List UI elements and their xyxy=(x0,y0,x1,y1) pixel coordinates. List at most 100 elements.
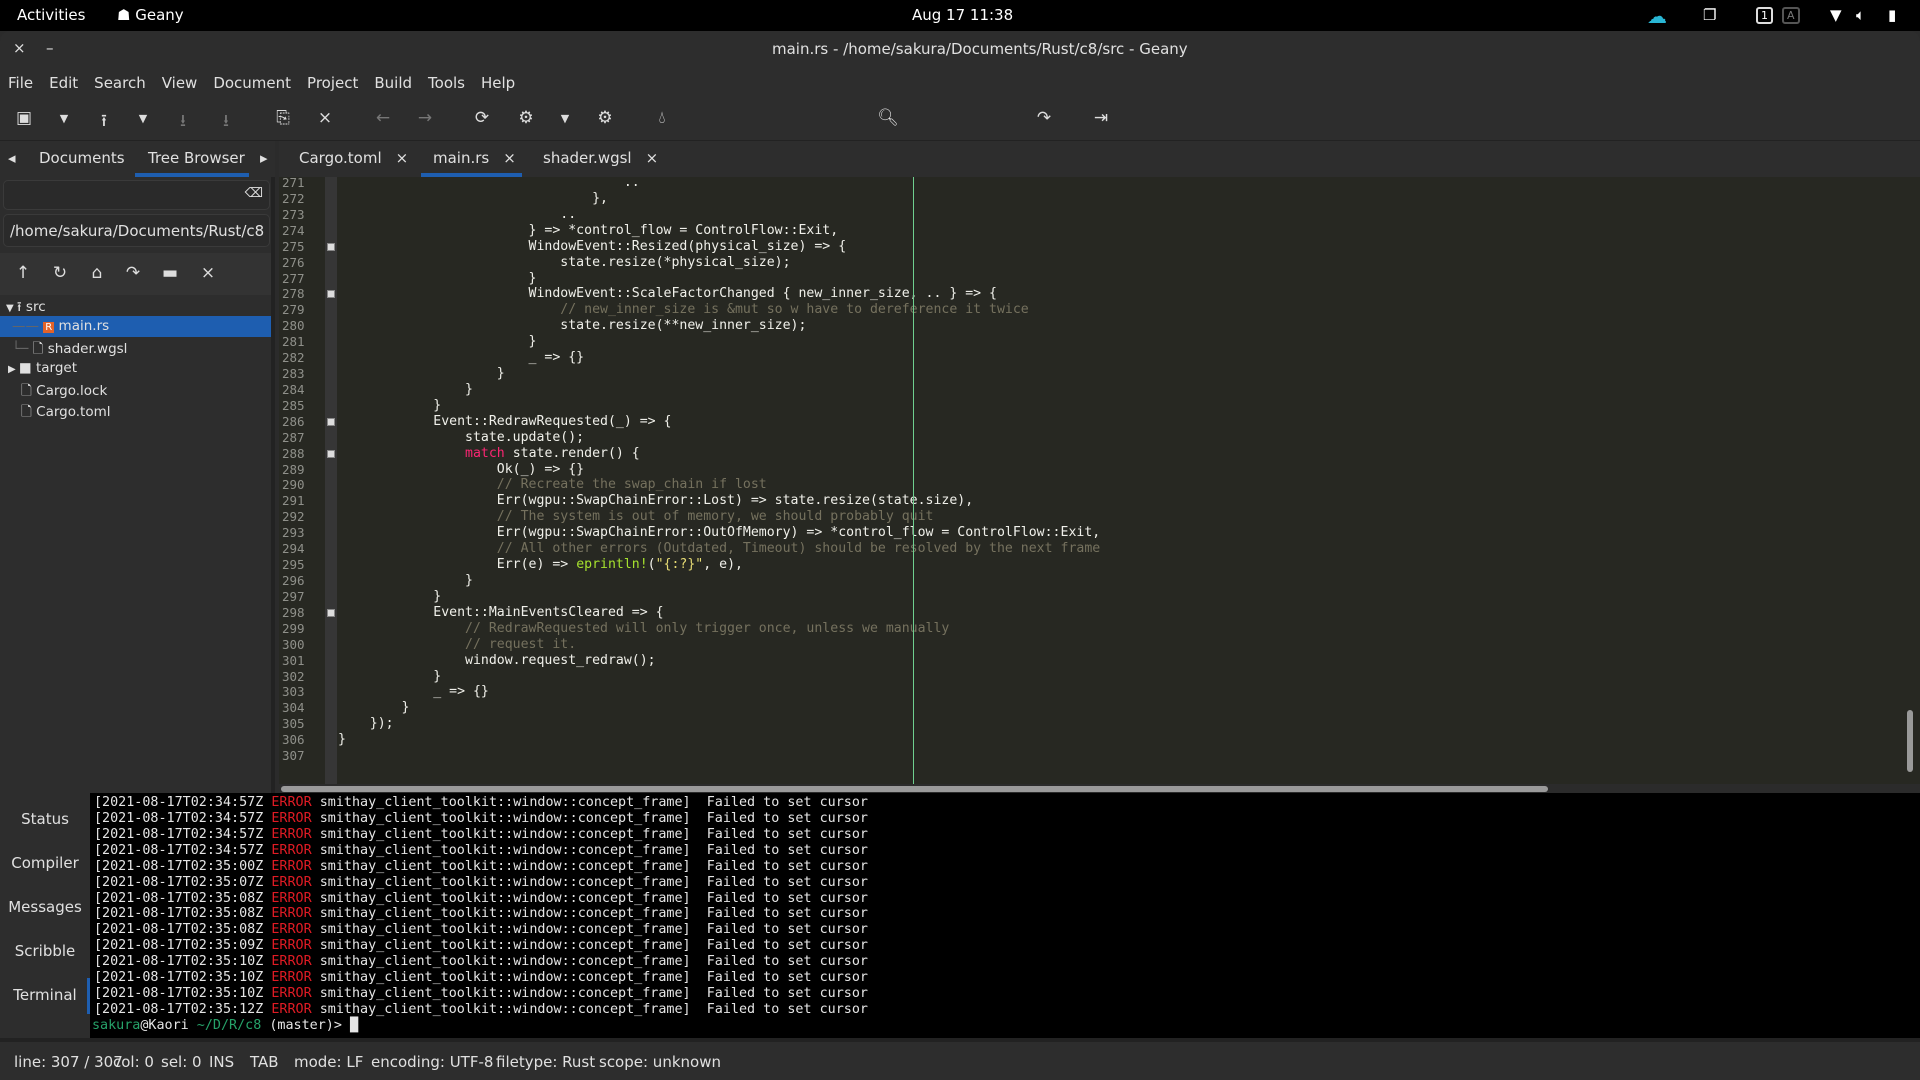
fold-toggle-icon[interactable] xyxy=(327,449,335,458)
home-icon[interactable]: ⌂ xyxy=(85,263,109,283)
goto-line-icon[interactable]: ↷ xyxy=(1032,108,1056,128)
compile-icon[interactable]: ⟳ xyxy=(470,108,494,128)
code-line: WindowEvent::Resized(physical_size) => { xyxy=(338,238,847,254)
close-tab-icon[interactable]: × xyxy=(646,149,659,167)
tree-filter-input[interactable]: ⌫ xyxy=(3,180,270,210)
tab-status[interactable]: Status xyxy=(0,810,90,828)
terminal-log-line: [2021-08-17T02:35:08Z ERROR smithay_clie… xyxy=(94,890,868,906)
open-file-icon[interactable]: ⭱ xyxy=(92,108,116,137)
activities-button[interactable]: Activities xyxy=(17,6,85,24)
fold-toggle-icon[interactable] xyxy=(327,608,335,617)
menu-view[interactable]: View xyxy=(154,68,206,98)
status-line: line: 307 / 307 xyxy=(14,1053,123,1071)
close-window-button[interactable]: × xyxy=(13,39,26,57)
sidebar: ⌫ /home/sakura/Documents/Rust/c8 ↑ ↻ ⌂ ↷… xyxy=(0,177,275,793)
code-line: WindowEvent::ScaleFactorChanged { new_in… xyxy=(338,286,997,302)
menu-help[interactable]: Help xyxy=(473,68,523,98)
tab-scribble[interactable]: Scribble xyxy=(0,942,90,960)
expand-arrow-icon[interactable]: ▼ xyxy=(6,303,17,314)
close-file-icon[interactable]: × xyxy=(313,108,337,128)
build-icon[interactable]: ⚙ xyxy=(514,108,538,128)
tree-item-shader-wgsl[interactable]: └─ 🗋︎ shader.wgsl xyxy=(12,339,127,362)
menu-document[interactable]: Document xyxy=(205,68,299,98)
line-number: 302 xyxy=(282,668,305,684)
terminal[interactable]: [2021-08-17T02:34:57Z ERROR smithay_clie… xyxy=(90,793,1920,1038)
terminal-log-line: [2021-08-17T02:35:10Z ERROR smithay_clie… xyxy=(94,970,868,986)
keyboard-layout-indicator[interactable]: A xyxy=(1782,7,1800,24)
code-line: }, xyxy=(338,190,608,206)
forward-icon[interactable]: → xyxy=(413,108,437,128)
code-line: } xyxy=(338,588,442,604)
tree-item-main-rs-label[interactable]: —— R main.rs xyxy=(12,318,109,334)
line-number: 292 xyxy=(282,509,305,525)
search-icon[interactable]: 🔍︎ xyxy=(876,108,900,128)
save-all-icon[interactable]: ⭳ xyxy=(214,108,238,137)
open-dropdown-icon[interactable]: ▼ xyxy=(131,112,155,125)
expand-arrow-icon[interactable]: ▶ xyxy=(8,364,19,375)
build-dropdown-icon[interactable]: ▼ xyxy=(553,112,577,125)
close-tab-icon[interactable]: × xyxy=(503,149,516,167)
quit-icon[interactable]: ⇥ xyxy=(1089,108,1113,128)
status-mode: mode: LF xyxy=(294,1053,364,1071)
execute-icon[interactable]: ⚙ xyxy=(593,108,617,128)
save-icon[interactable]: ⭳ xyxy=(171,108,195,137)
tab-documents[interactable]: Documents xyxy=(39,149,125,167)
fold-margin[interactable] xyxy=(325,177,337,784)
tab-cargo-toml[interactable]: Cargo.toml × xyxy=(299,149,408,167)
code-line: // Recreate the swap_chain if lost xyxy=(338,477,767,493)
tree-item-cargo-toml[interactable]: 🗋︎ Cargo.toml xyxy=(21,402,111,425)
battery-icon[interactable]: ▮ xyxy=(1888,6,1896,24)
cloud-sync-icon[interactable]: ☁ xyxy=(1647,4,1667,28)
scrollbar-thumb[interactable] xyxy=(281,786,1548,792)
tab-terminal[interactable]: Terminal xyxy=(0,986,90,1004)
clear-icon[interactable]: × xyxy=(196,263,220,283)
menu-tools[interactable]: Tools xyxy=(420,68,473,98)
new-dropdown-icon[interactable]: ▼ xyxy=(52,112,76,125)
windows-icon[interactable]: ❐ xyxy=(1703,6,1716,24)
up-icon[interactable]: ↑ xyxy=(11,263,35,283)
code-line: // RedrawRequested will only trigger onc… xyxy=(338,620,950,636)
tab-messages[interactable]: Messages xyxy=(0,898,90,916)
tab-main-rs[interactable]: main.rs × xyxy=(433,149,516,167)
back-icon[interactable]: ← xyxy=(371,108,395,128)
workspace-indicator[interactable]: 1 xyxy=(1756,7,1773,24)
revert-icon[interactable]: ⎘ xyxy=(271,108,295,128)
clear-filter-icon[interactable]: ⌫ xyxy=(245,186,263,201)
new-file-icon[interactable]: ▣ xyxy=(12,108,36,128)
set-path-icon[interactable]: ↷ xyxy=(121,263,145,283)
tree-item-target[interactable]: ▶ ■ target xyxy=(8,360,77,376)
path-input[interactable]: /home/sakura/Documents/Rust/c8 xyxy=(3,214,270,247)
vertical-scrollbar[interactable] xyxy=(1907,710,1913,772)
menu-project[interactable]: Project xyxy=(299,68,366,98)
terminal-prompt[interactable]: sakura@Kaori ~/D/R/c8 (master)> █ xyxy=(92,1018,358,1034)
line-number: 281 xyxy=(282,334,305,350)
tabs-scroll-right-icon[interactable]: ▸ xyxy=(260,149,268,167)
fold-toggle-icon[interactable] xyxy=(327,290,335,299)
tabs-scroll-left-icon[interactable]: ◂ xyxy=(8,149,16,167)
close-tab-icon[interactable]: × xyxy=(396,149,409,167)
menu-file[interactable]: File xyxy=(0,68,41,98)
volume-icon[interactable]: 🔈︎ xyxy=(1856,6,1865,24)
fold-toggle-icon[interactable] xyxy=(327,417,335,426)
code-editor[interactable]: 271 272 273 274 275 276 277 278 279 280 281 282 283 2… xyxy=(279,177,1920,784)
wifi-icon[interactable]: ▼ xyxy=(1830,6,1842,24)
tab-compiler[interactable]: Compiler xyxy=(0,854,90,872)
color-chooser-icon[interactable]: 💧︎ xyxy=(650,108,674,128)
menu-build[interactable]: Build xyxy=(366,68,420,98)
line-number: 273 xyxy=(282,206,305,222)
minimize-window-button[interactable]: – xyxy=(46,39,54,57)
menu-edit[interactable]: Edit xyxy=(41,68,86,98)
horizontal-scrollbar[interactable] xyxy=(279,784,1920,793)
fold-toggle-icon[interactable] xyxy=(327,242,335,251)
tab-tree-browser[interactable]: Tree Browser xyxy=(148,149,245,167)
app-menu[interactable]: ☗ Geany xyxy=(117,6,184,24)
clock[interactable]: Aug 17 11:38 xyxy=(912,6,1013,24)
tab-shader-wgsl[interactable]: shader.wgsl × xyxy=(543,149,658,167)
file-icon: 🗋︎ xyxy=(21,383,32,399)
code-line: Event::MainEventsCleared => { xyxy=(338,604,664,620)
line-number: 307 xyxy=(282,748,305,764)
folder-icon[interactable]: ▬ xyxy=(158,263,182,283)
refresh-icon[interactable]: ↻ xyxy=(48,263,72,283)
tree-item-cargo-lock[interactable]: 🗋︎ Cargo.lock xyxy=(21,381,107,404)
menu-search[interactable]: Search xyxy=(86,68,154,98)
